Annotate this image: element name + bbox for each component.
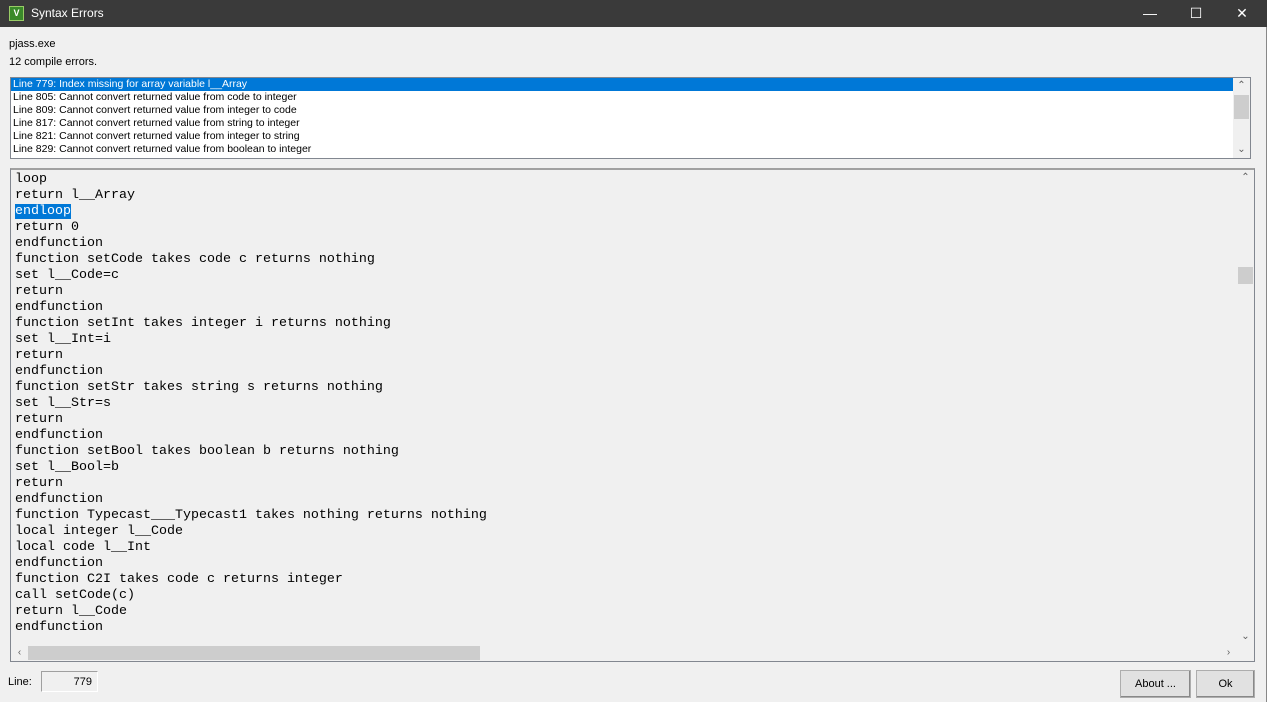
code-line-text: set l__Code=c (15, 268, 119, 283)
minimize-button[interactable]: — (1127, 0, 1173, 27)
scroll-thumb[interactable] (1234, 95, 1249, 119)
code-line-text: endfunction (15, 428, 103, 443)
code-line-text: set l__Str=s (15, 396, 111, 411)
error-list[interactable]: Line 779: Index missing for array variab… (10, 77, 1251, 159)
code-line: function C2I takes code c returns intege… (11, 572, 487, 588)
code-line: set l__Code=c (11, 268, 487, 284)
code-line-text: endfunction (15, 300, 103, 315)
scroll-thumb[interactable] (1238, 267, 1253, 284)
line-label: Line: (8, 676, 32, 688)
code-line-text: return (15, 412, 63, 427)
code-line: endfunction (11, 620, 487, 636)
code-line: return l__Code (11, 604, 487, 620)
code-line: endfunction (11, 236, 487, 252)
error-list-scrollbar[interactable]: ⌃ ⌄ (1233, 78, 1250, 158)
code-line: return l__Array (11, 188, 487, 204)
code-line-text: endfunction (15, 364, 103, 379)
code-line-text: return (15, 284, 63, 299)
code-line: function setCode takes code c returns no… (11, 252, 487, 268)
code-line: set l__Int=i (11, 332, 487, 348)
app-icon: V (9, 6, 24, 21)
code-line: endfunction (11, 364, 487, 380)
code-line-text: loop (15, 172, 47, 187)
scroll-left-icon[interactable]: ‹ (11, 645, 28, 661)
close-button[interactable]: ✕ (1219, 0, 1265, 27)
code-line-text: return (15, 348, 63, 363)
code-line-text: function setCode takes code c returns no… (15, 252, 375, 267)
error-summary: 12 compile errors. (9, 56, 98, 68)
code-line-text: endfunction (15, 492, 103, 507)
program-name: pjass.exe (9, 38, 56, 50)
code-line: function setInt takes integer i returns … (11, 316, 487, 332)
code-line-text: return l__Code (15, 604, 127, 619)
code-line: call setCode(c) (11, 588, 487, 604)
code-line: return (11, 476, 487, 492)
scroll-thumb[interactable] (28, 646, 480, 660)
scroll-down-icon[interactable]: ⌄ (1233, 142, 1250, 158)
code-vertical-scrollbar[interactable]: ⌃ ⌄ (1237, 170, 1254, 645)
code-line: set l__Bool=b (11, 460, 487, 476)
code-horizontal-scrollbar[interactable]: ‹ › (11, 645, 1237, 661)
source-code-view[interactable]: loop return l__Array endloop return 0 endfun… (10, 168, 1255, 662)
code-line: return 0 (11, 220, 487, 236)
code-line-text: function C2I takes code c returns intege… (15, 572, 343, 587)
code-line-text: endloop (15, 204, 71, 219)
error-list-item[interactable]: Line 805: Cannot convert returned value … (11, 91, 1233, 104)
scroll-down-icon[interactable]: ⌄ (1237, 629, 1254, 645)
code-line: loop (11, 172, 487, 188)
error-list-item[interactable]: Line 779: Index missing for array variab… (11, 78, 1233, 91)
code-line-text: endfunction (15, 620, 103, 635)
code-line-text: function setInt takes integer i returns … (15, 316, 391, 331)
code-line: endfunction (11, 492, 487, 508)
error-list-item[interactable]: Line 829: Cannot convert returned value … (11, 143, 1233, 156)
code-line: endfunction (11, 428, 487, 444)
scroll-up-icon[interactable]: ⌃ (1237, 170, 1254, 186)
code-line: return (11, 348, 487, 364)
line-number-field: 779 (41, 671, 98, 692)
about-button[interactable]: About ... (1120, 670, 1191, 698)
code-line: local code l__Int (11, 540, 487, 556)
code-line-text: local code l__Int (15, 540, 151, 555)
error-list-item[interactable]: Line 809: Cannot convert returned value … (11, 104, 1233, 117)
code-line: return (11, 412, 487, 428)
code-line: function Typecast___Typecast1 takes noth… (11, 508, 487, 524)
code-line: endfunction (11, 556, 487, 572)
code-line: local integer l__Code (11, 524, 487, 540)
code-line-text: return (15, 476, 63, 491)
scroll-right-icon[interactable]: › (1220, 645, 1237, 661)
code-line: set l__Str=s (11, 396, 487, 412)
code-line-text: return l__Array (15, 188, 135, 203)
error-list-item[interactable]: Line 821: Cannot convert returned value … (11, 130, 1233, 143)
code-line-text: endfunction (15, 236, 103, 251)
code-line-text: function Typecast___Typecast1 takes noth… (15, 508, 487, 523)
code-line-text: function setStr takes string s returns n… (15, 380, 383, 395)
code-line-text: return 0 (15, 220, 79, 235)
scroll-up-icon[interactable]: ⌃ (1233, 78, 1250, 94)
error-list-item[interactable]: Line 817: Cannot convert returned value … (11, 117, 1233, 130)
ok-button[interactable]: Ok (1196, 670, 1255, 698)
code-line-text: call setCode(c) (15, 588, 135, 603)
code-line: endloop (11, 204, 487, 220)
code-line-text: set l__Int=i (15, 332, 111, 347)
code-line: function setStr takes string s returns n… (11, 380, 487, 396)
window-title: Syntax Errors (31, 6, 104, 20)
code-line: endfunction (11, 300, 487, 316)
code-line-text: local integer l__Code (15, 524, 183, 539)
code-line-text: function setBool takes boolean b returns… (15, 444, 399, 459)
title-bar: V Syntax Errors — ☐ ✕ (0, 0, 1267, 27)
code-line: function setBool takes boolean b returns… (11, 444, 487, 460)
code-line-text: set l__Bool=b (15, 460, 119, 475)
code-line: return (11, 284, 487, 300)
code-line-text: endfunction (15, 556, 103, 571)
maximize-button[interactable]: ☐ (1173, 0, 1219, 27)
